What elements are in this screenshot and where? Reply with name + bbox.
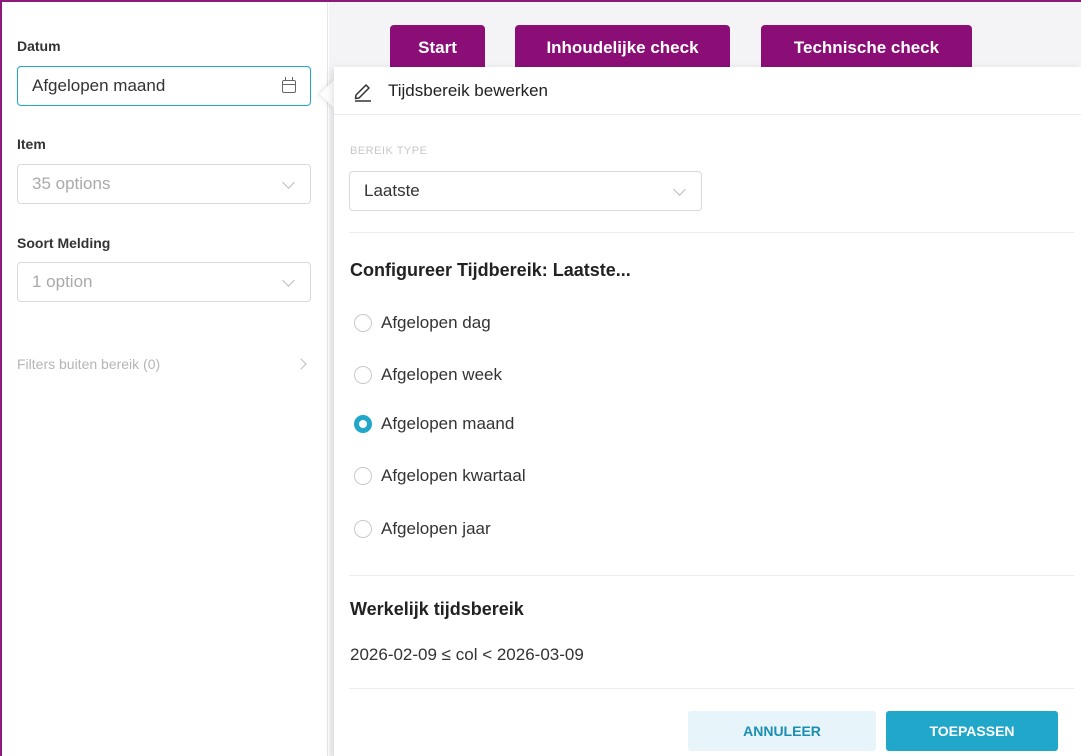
divider [349,575,1074,576]
option-label: Afgelopen week [381,365,502,384]
soort-melding-label: Soort Melding [17,235,111,251]
filters-outside-range-label: Filters buiten bereik (0) [17,356,161,372]
range-type-select[interactable]: Laatste [349,171,702,211]
actual-range-value: 2026-02-09 ≤ col < 2026-03-09 [350,645,584,664]
option-afgelopen-week[interactable]: Afgelopen week [354,365,502,385]
apply-button[interactable]: TOEPASSEN [886,711,1058,751]
datum-label: Datum [17,38,61,54]
option-afgelopen-jaar[interactable]: Afgelopen jaar [354,519,491,539]
option-afgelopen-kwartaal[interactable]: Afgelopen kwartaal [354,466,526,486]
filters-outside-range-toggle[interactable]: Filters buiten bereik (0) [17,356,307,372]
tab-inhoudelijke-check[interactable]: Inhoudelijke check [515,25,730,70]
radio-unchecked-icon[interactable] [354,520,372,538]
popover-title: Tijdsbereik bewerken [388,80,548,100]
popover-header: Tijdsbereik bewerken [334,67,1081,115]
calendar-icon [282,76,296,93]
divider [349,232,1074,233]
datum-value: Afgelopen maand [32,76,166,95]
item-label: Item [17,136,46,152]
divider [349,688,1074,689]
soort-melding-select[interactable]: 1 option [17,262,311,302]
item-select[interactable]: 35 options [17,164,311,204]
tab-start[interactable]: Start [390,25,485,70]
chevron-right-icon [297,359,307,369]
range-type-value: Laatste [364,181,420,200]
filter-panel: Datum Afgelopen maand Item 35 options So… [2,2,328,756]
option-afgelopen-maand[interactable]: Afgelopen maand [354,414,514,434]
item-placeholder: 35 options [32,174,111,193]
chevron-down-icon [673,184,687,198]
soort-melding-placeholder: 1 option [32,272,93,291]
option-label: Afgelopen dag [381,313,491,332]
option-label: Afgelopen jaar [381,519,491,538]
option-label: Afgelopen maand [381,414,515,433]
option-afgelopen-dag[interactable]: Afgelopen dag [354,313,491,333]
option-label: Afgelopen kwartaal [381,466,526,485]
radio-unchecked-icon[interactable] [354,467,372,485]
cancel-button[interactable]: ANNULEER [688,711,876,751]
range-type-label: BEREIK TYPE [350,145,428,157]
chevron-down-icon [282,177,296,191]
actual-range-title: Werkelijk tijdsbereik [350,599,524,619]
datum-field[interactable]: Afgelopen maand [17,66,311,106]
config-title: Configureer Tijdbereik: Laatste... [350,260,631,280]
radio-unchecked-icon[interactable] [354,314,372,332]
time-range-popover: Tijdsbereik bewerken BEREIK TYPE Laatste… [334,67,1081,756]
pencil-icon [352,80,374,102]
chevron-down-icon [282,275,296,289]
radio-checked-icon[interactable] [354,415,372,433]
tab-technische-check[interactable]: Technische check [761,25,972,70]
radio-unchecked-icon[interactable] [354,366,372,384]
